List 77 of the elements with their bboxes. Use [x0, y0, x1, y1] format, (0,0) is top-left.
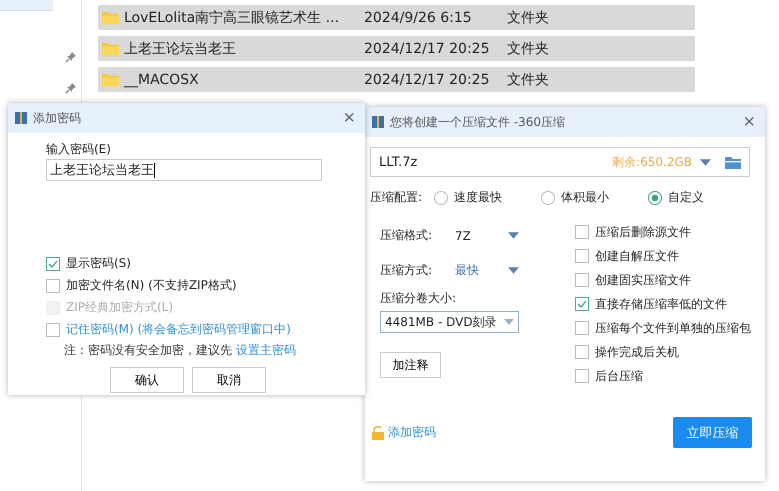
option-label: 记住密码(M) (将会备忘到密码管理窗口中): [66, 321, 291, 338]
option-checkbox[interactable]: 创建自解压文件: [575, 248, 751, 264]
option-checkbox[interactable]: 加密文件名(N) (不支持ZIP格式): [46, 277, 365, 294]
checkbox[interactable]: [575, 273, 589, 287]
file-row[interactable]: LovELolita南宁高三眼镜艺术生 ... 2024/9/26 6:15 文件夹: [98, 5, 695, 30]
radio-option[interactable]: 速度最快: [434, 189, 542, 206]
file-name: __MACOSX: [124, 72, 200, 88]
archive-icon: [371, 115, 385, 129]
window-title: 您将创建一个压缩文件 -360压缩: [390, 114, 566, 130]
radio-circle[interactable]: [541, 190, 556, 204]
volume-label: 压缩分卷大小:: [380, 290, 458, 307]
method-select[interactable]: 最快: [455, 262, 508, 279]
dropdown-arrow-icon[interactable]: [504, 319, 514, 325]
checkbox[interactable]: [575, 225, 589, 239]
note-text: 注：密码没有安全加密，建议先: [64, 343, 232, 357]
checkbox[interactable]: [575, 297, 589, 311]
free-space: 剩余:650.2GB: [612, 154, 692, 170]
path-field[interactable]: LLT.7z 剩余:650.2GB: [370, 147, 750, 177]
option-label: 显示密码(S): [66, 255, 131, 272]
dialog-button[interactable]: 确认: [110, 367, 184, 393]
add-password-link[interactable]: 添加密码: [371, 424, 436, 441]
dialog-button[interactable]: 取消: [192, 367, 266, 393]
file-date: 2024/12/17 20:25: [364, 72, 490, 88]
option-checkbox[interactable]: 显示密码(S): [46, 255, 365, 272]
file-type: 文件夹: [507, 8, 549, 26]
lock-icon: [371, 426, 385, 440]
window-title: 添加密码: [33, 110, 82, 126]
radio-circle[interactable]: [434, 190, 448, 204]
folder-icon[interactable]: [725, 156, 741, 168]
file-date: 2024/9/26 6:15: [364, 10, 473, 26]
format-select[interactable]: 7Z: [455, 228, 508, 242]
option-checkbox[interactable]: 记住密码(M) (将会备忘到密码管理窗口中): [46, 321, 365, 338]
file-type: 文件夹: [507, 40, 549, 58]
checkbox[interactable]: [46, 278, 60, 292]
option-checkbox[interactable]: 压缩后删除源文件: [575, 224, 751, 240]
file-name: LovELolita南宁高三眼镜艺术生 ...: [124, 8, 340, 26]
master-password-link[interactable]: 设置主密码: [236, 343, 296, 357]
checkbox[interactable]: [46, 256, 60, 270]
checkbox[interactable]: [575, 369, 589, 383]
format-label: 压缩格式:: [380, 227, 434, 244]
checkbox[interactable]: [575, 345, 589, 359]
file-row[interactable]: __MACOSX 2024/12/17 20:25 文件夹: [98, 67, 695, 92]
option-checkbox[interactable]: 压缩每个文件到单独的压缩包: [575, 320, 751, 336]
field-label: 输入密码(E): [46, 141, 112, 158]
pin-icon: [65, 82, 77, 94]
checkbox[interactable]: [46, 322, 60, 336]
sidebar-item[interactable]: [0, 0, 53, 11]
option-checkbox[interactable]: 后台压缩: [575, 368, 751, 384]
radio-circle[interactable]: [648, 190, 662, 204]
dropdown-arrow-icon[interactable]: [508, 232, 519, 239]
volume-select[interactable]: 4481MB - DVD刻录: [380, 311, 519, 333]
profile-label: 压缩配置:: [370, 189, 422, 206]
file-name: 上老王论坛当老王: [124, 40, 237, 58]
file-type: 文件夹: [507, 70, 549, 88]
file-row[interactable]: 上老王论坛当老王 2024/12/17 20:25 文件夹: [98, 36, 695, 61]
option-checkbox[interactable]: 直接存储压缩率低的文件: [575, 296, 751, 312]
dropdown-arrow-icon[interactable]: [700, 158, 711, 166]
folder-icon: [101, 72, 120, 87]
checkbox[interactable]: [575, 249, 589, 263]
password-field[interactable]: 上老王论坛当老王: [46, 159, 322, 181]
pin-icon: [65, 51, 77, 63]
archive-icon: [14, 111, 28, 125]
checkbox[interactable]: [575, 321, 589, 335]
folder-icon: [101, 41, 120, 56]
option-label: ZIP经典加密方式(L): [66, 299, 174, 316]
option-checkbox[interactable]: 创建固实压缩文件: [575, 272, 751, 288]
file-date: 2024/12/17 20:25: [364, 40, 490, 56]
radio-option[interactable]: 自定义: [648, 189, 756, 206]
comment-button[interactable]: 加注释: [380, 352, 441, 378]
folder-icon: [101, 10, 120, 25]
close-button[interactable]: ×: [339, 106, 359, 130]
dropdown-arrow-icon[interactable]: [508, 267, 519, 274]
close-button[interactable]: ×: [739, 110, 759, 134]
option-label: 加密文件名(N) (不支持ZIP格式): [66, 277, 237, 294]
option-checkbox[interactable]: 操作完成后关机: [575, 344, 751, 360]
method-label: 压缩方式:: [380, 262, 434, 279]
radio-option[interactable]: 体积最小: [541, 189, 648, 206]
